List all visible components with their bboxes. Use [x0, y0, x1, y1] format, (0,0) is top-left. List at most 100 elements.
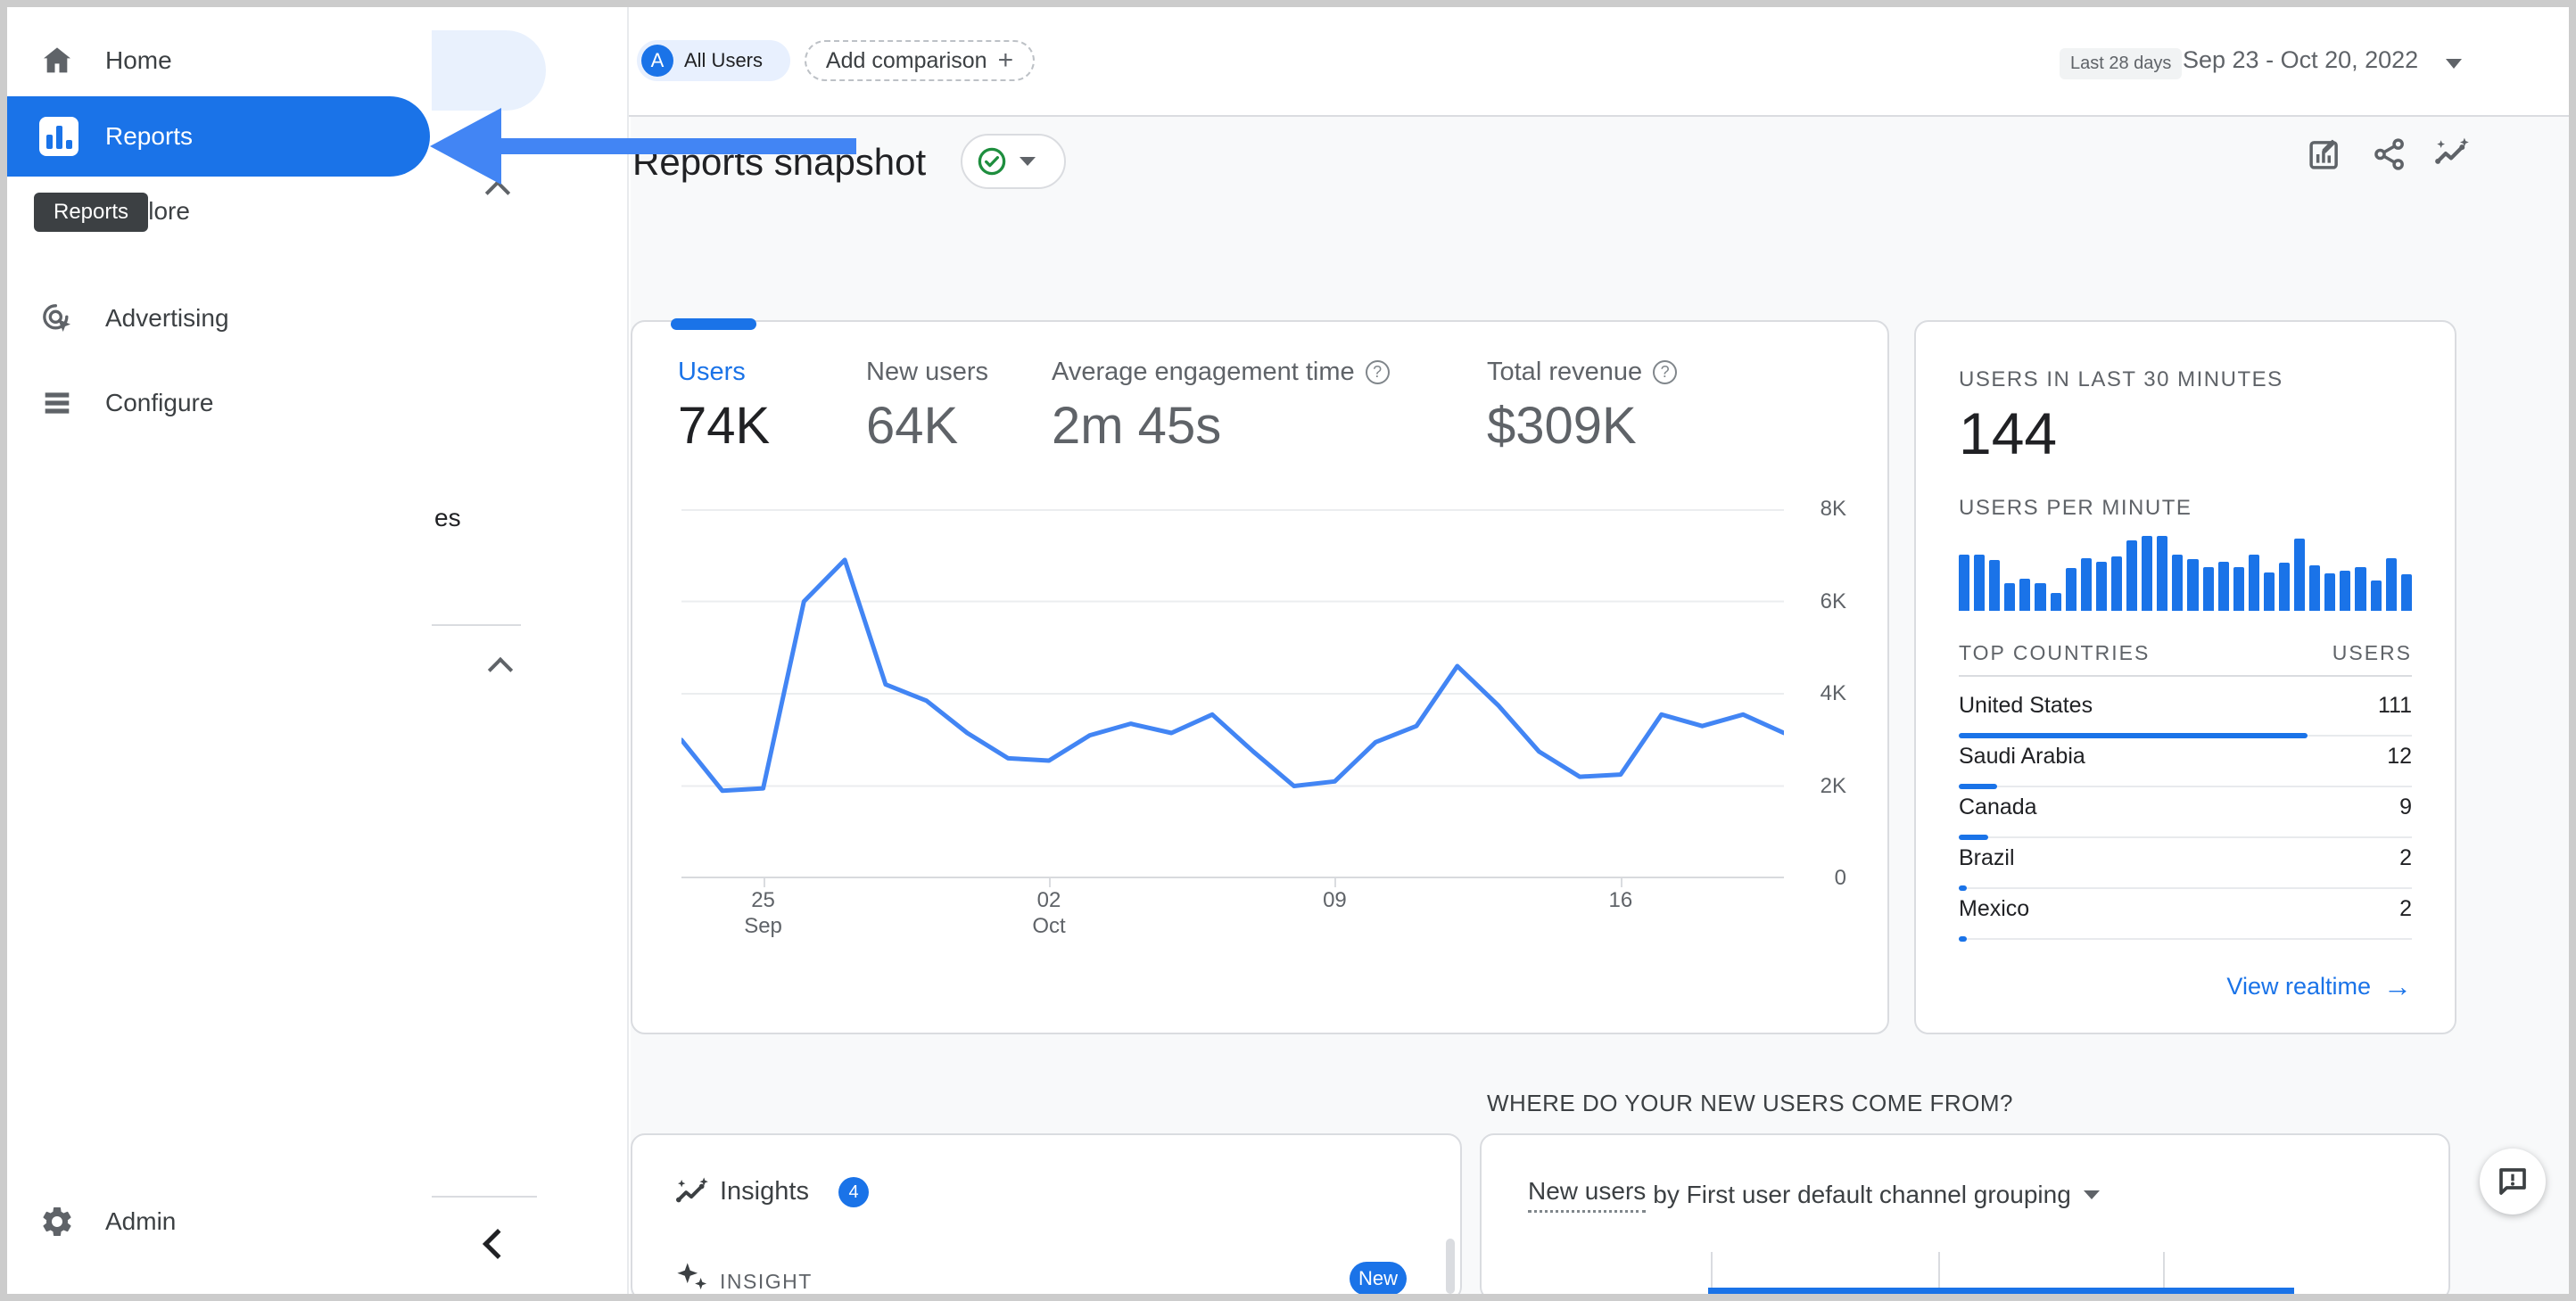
sidebar-item-advertising[interactable]: Advertising	[105, 303, 229, 333]
share-icon[interactable]	[2371, 136, 2408, 173]
plus-icon: +	[997, 45, 1014, 75]
report-state-dropdown[interactable]	[961, 134, 1066, 189]
country-users: 111	[2377, 693, 2412, 718]
home-icon	[44, 47, 70, 73]
segment-chip-label: All Users	[684, 49, 764, 71]
column-header: USERS	[2332, 641, 2412, 664]
channel-bar-fragment	[1708, 1288, 2294, 1296]
new-badge: New	[1350, 1262, 1407, 1296]
minute-bar	[2233, 567, 2244, 611]
countries-table-header: TOP COUNTRIES USERS	[1959, 641, 2412, 665]
card-title-rest: by First user default channel grouping	[1653, 1181, 2071, 1208]
y-tick-label: 4K	[1820, 681, 1846, 705]
x-tick-mark	[1620, 878, 1622, 887]
minute-bar	[2095, 562, 2107, 611]
minute-bar	[2309, 565, 2321, 611]
insights-title[interactable]: Insights	[720, 1177, 809, 1206]
feedback-button[interactable]	[2480, 1149, 2546, 1215]
minute-bar	[1974, 555, 1986, 611]
chevron-down-icon[interactable]	[2083, 1190, 2100, 1199]
country-bar-track	[1959, 938, 2412, 940]
minute-bar	[2202, 567, 2214, 611]
active-metric-tab-indicator	[671, 318, 756, 330]
users-line-chart	[681, 509, 1784, 878]
metric-label: Average engagement time	[1052, 358, 1355, 386]
arrow-right-icon: →	[2383, 970, 2412, 1002]
minute-bar	[2217, 562, 2229, 611]
date-range-selector[interactable]: Sep 23 - Oct 20, 2022	[2183, 46, 2418, 74]
metric-value: $309K	[1487, 397, 1637, 455]
country-name: Mexico	[1959, 896, 2030, 921]
y-tick-label: 2K	[1820, 773, 1846, 798]
minute-bar	[2278, 563, 2291, 611]
minute-bar	[2157, 536, 2168, 611]
sidebar-item-configure[interactable]: Configure	[105, 388, 213, 418]
sidebar-item-admin[interactable]: Admin	[105, 1206, 176, 1237]
insights-count-badge: 4	[838, 1177, 869, 1207]
add-comparison-label: Add comparison	[825, 47, 987, 73]
insight-sparkle-icon	[677, 1263, 707, 1289]
help-icon[interactable]: ?	[1365, 359, 1390, 384]
country-bar	[1959, 936, 1968, 942]
minute-bar	[2110, 556, 2123, 611]
minute-bar	[2172, 555, 2184, 611]
segment-avatar: A	[641, 45, 673, 77]
minute-bar	[2324, 573, 2336, 611]
insight-row-label[interactable]: INSIGHT	[720, 1270, 813, 1294]
search-bar-fragment[interactable]	[432, 30, 546, 111]
metric-tab-users[interactable]: Users 74K	[678, 357, 770, 455]
minute-bar	[2126, 540, 2138, 611]
nav-divider	[432, 1196, 537, 1198]
minute-bar	[2263, 572, 2275, 611]
minute-bar	[1989, 560, 2001, 611]
table-row: Saudi Arabia 12	[1959, 737, 2412, 789]
reports-tooltip: Reports	[34, 193, 149, 232]
chevron-down-icon[interactable]	[2446, 59, 2462, 69]
x-tick-label: 16	[1608, 888, 1633, 912]
metric-value: 64K	[866, 397, 959, 455]
table-row: Mexico 2	[1959, 889, 2412, 942]
metric-tab-engagement-time[interactable]: Average engagement time? 2m 45s	[1052, 357, 1390, 455]
app-window: es A All Users Add comparison + Last 28 …	[0, 0, 2576, 1301]
metric-label: Users	[678, 358, 746, 386]
country-users: 12	[2387, 744, 2412, 769]
channel-grouping-selector[interactable]: New users by First user default channel …	[1528, 1177, 2100, 1213]
country-name: Saudi Arabia	[1959, 744, 2085, 769]
dimension-link[interactable]: New users	[1528, 1177, 1647, 1213]
minute-bar	[2370, 581, 2382, 611]
table-row: Canada 9	[1959, 787, 2412, 840]
gear-icon	[43, 1207, 71, 1236]
sidebar-item-reports-label: Reports	[105, 122, 194, 150]
country-name: United States	[1959, 693, 2093, 718]
column-header: TOP COUNTRIES	[1959, 641, 2151, 664]
x-tick-mark	[1049, 878, 1051, 887]
users-line	[681, 557, 1784, 794]
sidebar-item-home[interactable]: Home	[105, 45, 172, 76]
section-heading: WHERE DO YOUR NEW USERS COME FROM?	[1487, 1090, 2014, 1116]
minute-bar	[2142, 536, 2153, 611]
minute-bar	[2065, 568, 2076, 611]
view-realtime-link[interactable]: View realtime →	[1959, 970, 2412, 1003]
country-users: 9	[2399, 795, 2412, 819]
x-tick-label: 02 Oct	[1032, 888, 1066, 938]
metric-value: 74K	[678, 397, 771, 455]
metric-label: New users	[866, 358, 988, 386]
annotation-arrow-head	[430, 108, 501, 185]
add-comparison-button[interactable]: Add comparison +	[805, 40, 1035, 81]
minute-bar	[2385, 558, 2397, 611]
configure-icon	[45, 392, 70, 414]
metric-tab-new-users[interactable]: New users 64K	[866, 357, 988, 455]
minute-bar	[2248, 555, 2259, 611]
help-icon[interactable]: ?	[1653, 359, 1678, 384]
insights-icon[interactable]	[2432, 136, 2470, 173]
nav-divider	[432, 624, 521, 626]
customize-report-icon[interactable]	[2306, 136, 2343, 173]
feedback-icon	[2499, 1168, 2526, 1195]
segment-chip-all-users[interactable]: A All Users	[637, 40, 790, 81]
metric-tab-total-revenue[interactable]: Total revenue? $309K	[1487, 357, 1678, 455]
country-name: Canada	[1959, 795, 2037, 819]
reports-icon	[39, 117, 78, 156]
y-tick-label: 6K	[1820, 589, 1846, 613]
insights-scrollbar[interactable]	[1446, 1239, 1455, 1294]
minute-bar	[2355, 567, 2366, 611]
